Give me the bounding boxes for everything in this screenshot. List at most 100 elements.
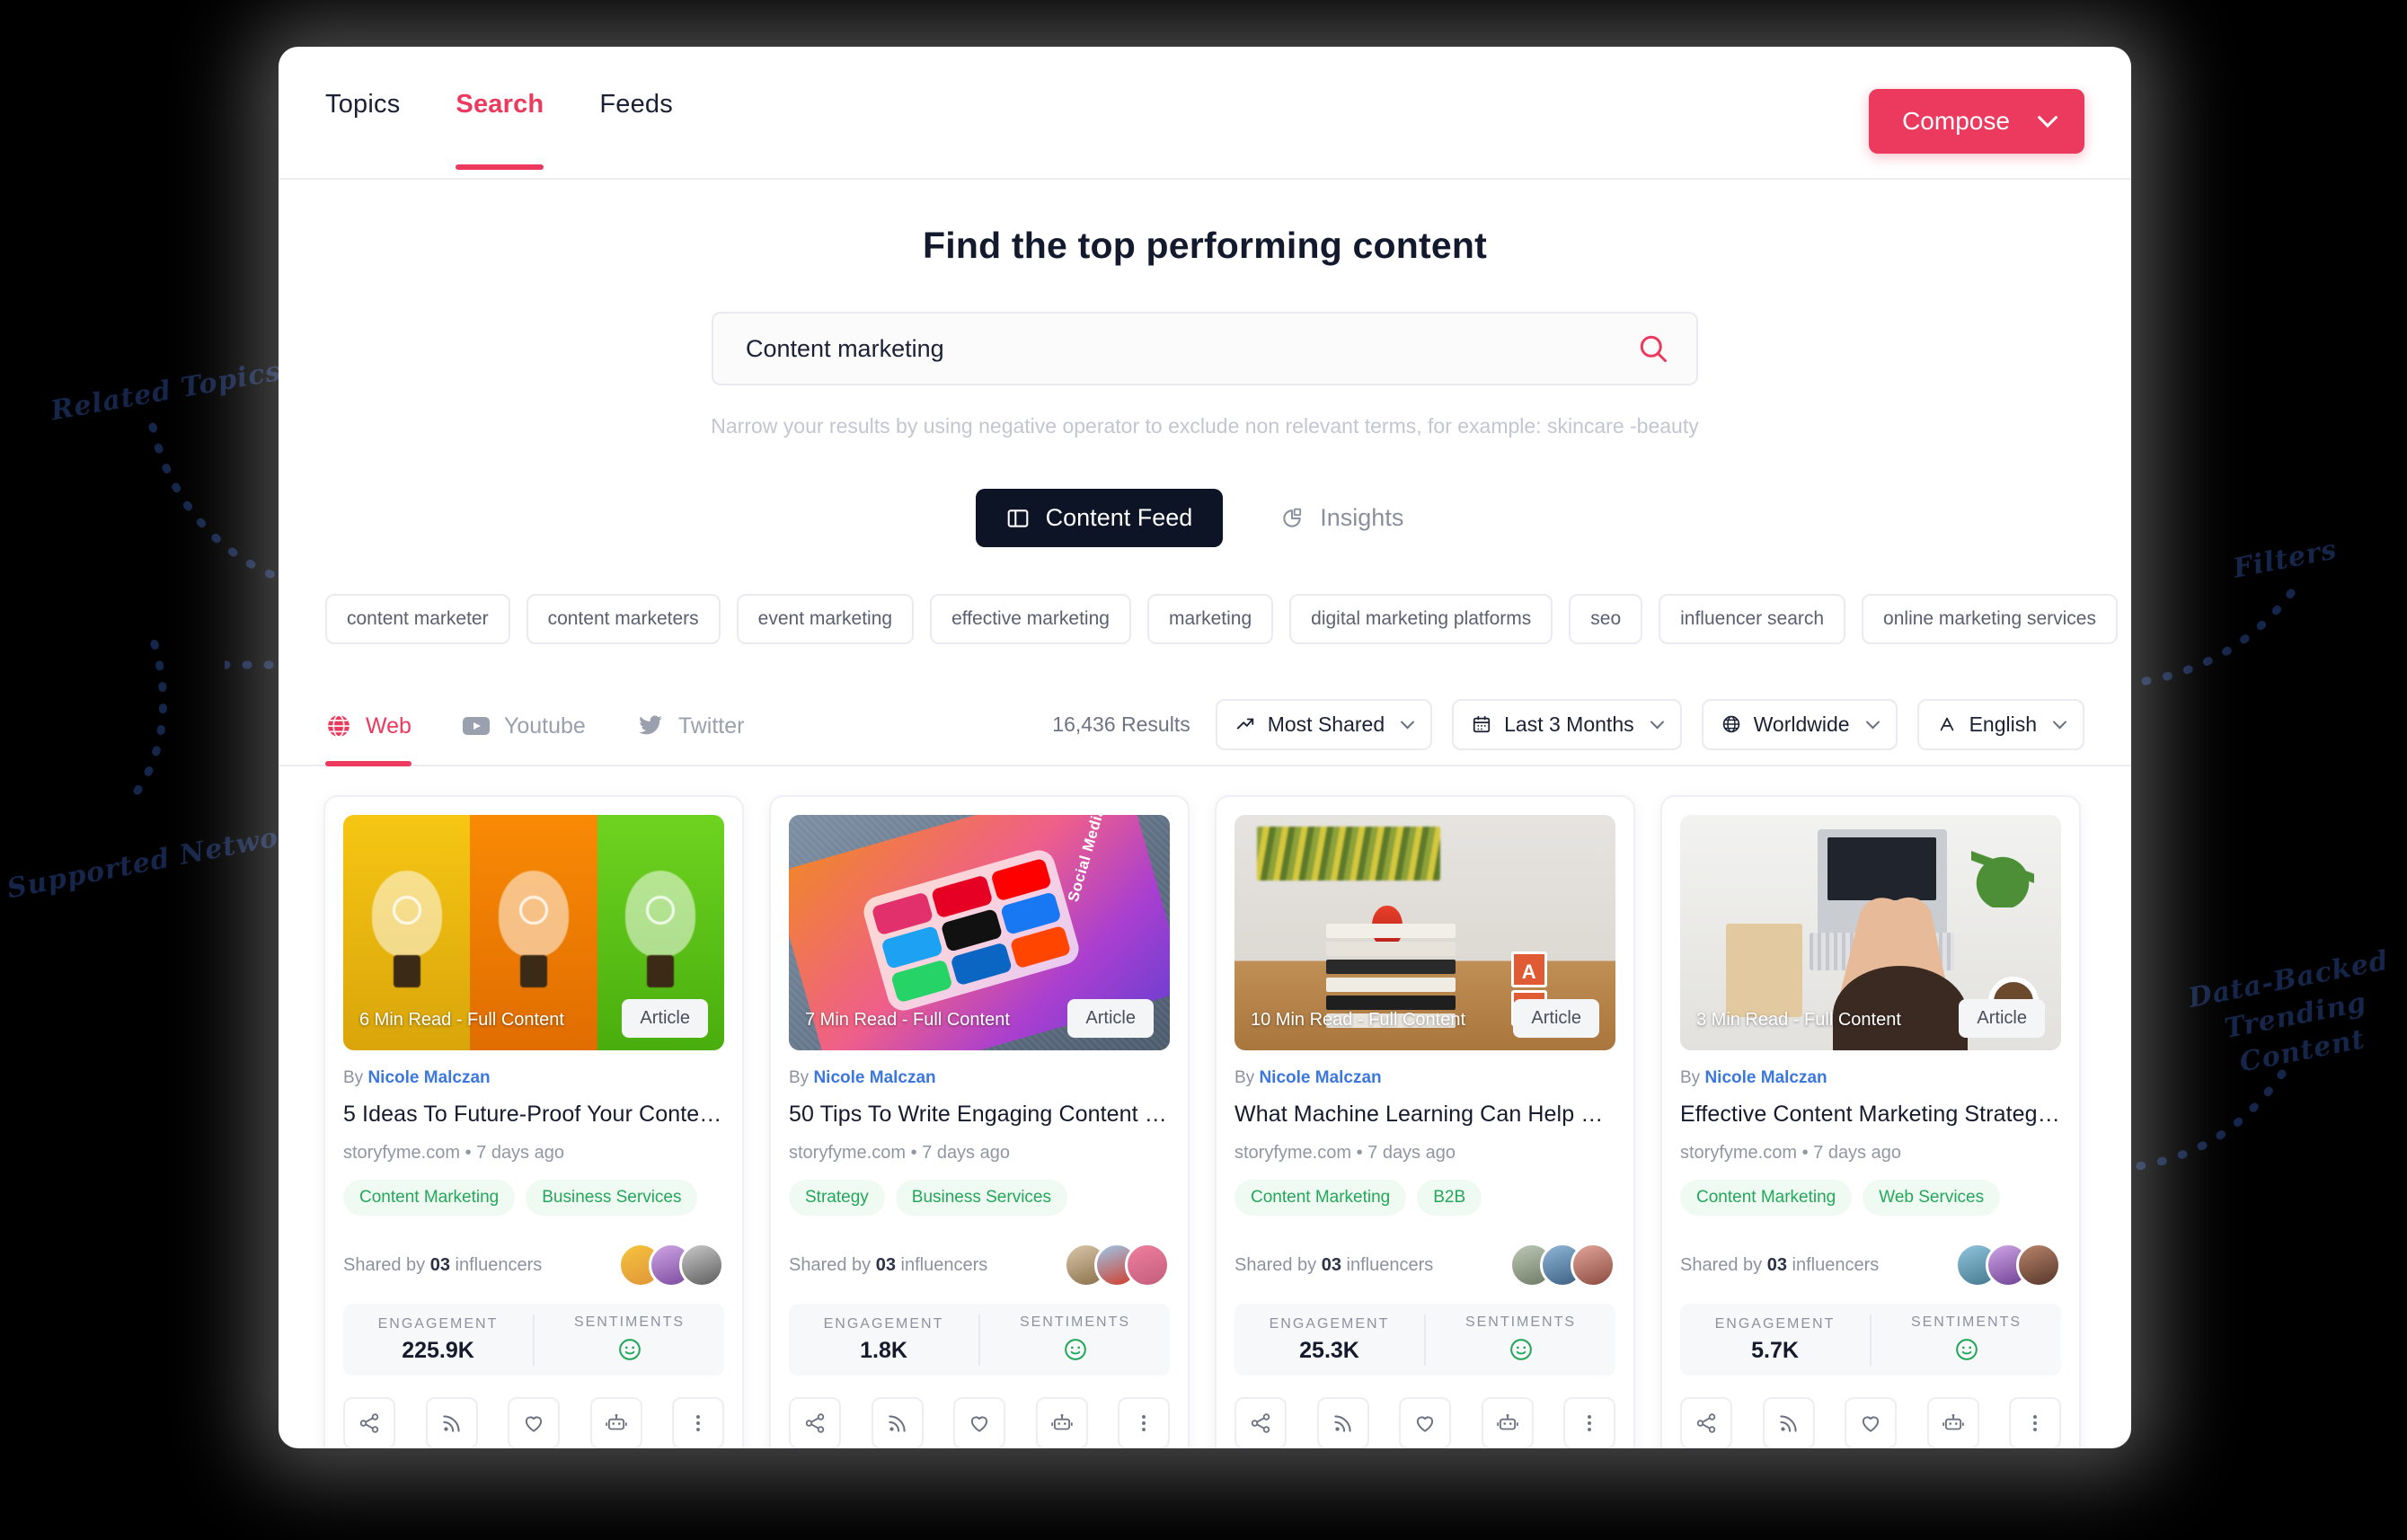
shared-count: 03 [875, 1254, 896, 1275]
card-tag[interactable]: Web Services [1863, 1180, 2001, 1217]
results-count: 16,436 Results [1052, 712, 1190, 736]
content-card[interactable]: AB 10 Min Read - Full Content Article By… [1215, 795, 1635, 1448]
compose-button[interactable]: Compose [1869, 89, 2084, 154]
card-thumbnail[interactable]: Social Media 7 Min Read - Full Content A… [789, 815, 1170, 1050]
chevron-down-icon [1650, 714, 1664, 729]
share-icon[interactable] [1680, 1397, 1732, 1448]
heart-icon[interactable] [953, 1397, 1005, 1448]
card-shared-text: Shared by 03 influencers [343, 1255, 542, 1276]
sentiments-stat: SENTIMENTS [1424, 1314, 1615, 1366]
topic-chip[interactable]: effective marketing [930, 594, 1131, 644]
search-bar[interactable] [712, 312, 1698, 385]
region-dropdown[interactable]: Worldwide [1701, 698, 1898, 750]
share-icon[interactable] [1234, 1397, 1287, 1448]
rss-icon[interactable] [871, 1397, 924, 1448]
heart-icon[interactable] [1399, 1397, 1451, 1448]
robot-icon[interactable] [1035, 1397, 1088, 1448]
byline-prefix: By [1234, 1068, 1260, 1087]
card-source-meta: storyfyme.com • 7 days ago [789, 1143, 1010, 1164]
card-type-badge: Article [1513, 999, 1599, 1038]
card-tag[interactable]: Content Marketing [1234, 1180, 1407, 1217]
more-icon[interactable] [1118, 1397, 1170, 1448]
card-tag[interactable]: Strategy [789, 1180, 885, 1217]
top-navigation: Topics Search Feeds Compose [279, 47, 2131, 180]
card-byline: By Nicole Malczan [343, 1068, 724, 1088]
card-tag[interactable]: Content Marketing [343, 1180, 516, 1217]
card-stats: ENGAGEMENT 25.3K SENTIMENTS [1234, 1304, 1615, 1376]
search-hint: Narrow your results by using negative op… [711, 414, 1699, 438]
engagement-stat: ENGAGEMENT 1.8K [789, 1316, 978, 1364]
card-tag[interactable]: Content Marketing [1680, 1180, 1853, 1217]
tab-feeds[interactable]: Feeds [599, 90, 673, 168]
share-icon[interactable] [789, 1397, 841, 1448]
insights-toggle[interactable]: Insights [1250, 489, 1434, 547]
network-tab-twitter-label: Twitter [677, 712, 745, 739]
date-range-label: Last 3 Months [1504, 712, 1634, 736]
date-range-dropdown[interactable]: Last 3 Months [1452, 698, 1682, 750]
robot-icon[interactable] [1926, 1397, 1979, 1448]
card-title[interactable]: Effective Content Marketing Strategies f… [1680, 1101, 2061, 1128]
tab-search[interactable]: Search [456, 90, 544, 170]
chevron-down-icon [1865, 714, 1880, 729]
topic-chip[interactable]: content marketer [325, 594, 510, 644]
card-author-link[interactable]: Nicole Malczan [1259, 1068, 1381, 1087]
topic-chip[interactable]: marketing [1146, 594, 1274, 644]
search-input[interactable] [746, 334, 1637, 363]
card-stats: ENGAGEMENT 5.7K SENTIMENTS [1680, 1304, 2061, 1376]
topic-chip[interactable]: digital marketing platforms [1289, 594, 1553, 644]
content-card[interactable]: Social Media 7 Min Read - Full Content A… [769, 795, 1190, 1448]
topic-chip[interactable]: content marketers [526, 594, 721, 644]
heart-icon[interactable] [508, 1397, 560, 1448]
rss-icon[interactable] [425, 1397, 478, 1448]
card-tag[interactable]: Business Services [895, 1180, 1067, 1217]
network-tab-youtube[interactable]: Youtube [462, 684, 586, 765]
card-byline: By Nicole Malczan [789, 1068, 1170, 1088]
engagement-value: 225.9K [402, 1337, 474, 1363]
content-feed-toggle[interactable]: Content Feed [975, 489, 1224, 547]
network-tab-twitter[interactable]: Twitter [636, 684, 745, 765]
content-card[interactable]: 6 Min Read - Full Content Article By Nic… [323, 795, 744, 1448]
card-author-link[interactable]: Nicole Malczan [813, 1068, 935, 1087]
byline-prefix: By [343, 1068, 368, 1087]
card-author-link[interactable]: Nicole Malczan [367, 1068, 490, 1087]
card-thumbnail[interactable]: 3 Min Read - Full Content Article [1680, 815, 2061, 1050]
rss-icon[interactable] [1316, 1397, 1369, 1448]
card-thumbnail[interactable]: 6 Min Read - Full Content Article [343, 815, 724, 1050]
robot-icon[interactable] [589, 1397, 642, 1448]
network-tab-web-label: Web [366, 712, 411, 739]
heart-icon[interactable] [1845, 1397, 1897, 1448]
card-title[interactable]: 5 Ideas To Future-Proof Your Content Mar… [343, 1101, 724, 1128]
topic-chip[interactable]: online marketing services [1862, 594, 2118, 644]
robot-icon[interactable] [1481, 1397, 1534, 1448]
tab-topics[interactable]: Topics [325, 90, 400, 168]
sentiments-label: SENTIMENTS [1465, 1314, 1577, 1330]
topic-chip[interactable]: influencer search [1659, 594, 1846, 644]
card-tag[interactable]: B2B [1417, 1180, 1482, 1217]
rss-icon[interactable] [1762, 1397, 1815, 1448]
more-icon[interactable] [1563, 1397, 1615, 1448]
content-card[interactable]: 3 Min Read - Full Content Article By Nic… [1660, 795, 2081, 1448]
engagement-value: 5.7K [1751, 1337, 1799, 1363]
influencer-avatars[interactable] [1955, 1243, 2061, 1288]
card-title[interactable]: What Machine Learning Can Help With Cont… [1234, 1101, 1615, 1128]
language-icon [1940, 717, 1953, 731]
card-title[interactable]: 50 Tips To Write Engaging Content Previe… [789, 1101, 1170, 1128]
influencer-avatars[interactable] [618, 1243, 724, 1288]
topic-chip[interactable]: seo [1569, 594, 1643, 644]
compose-button-label: Compose [1902, 107, 2010, 135]
card-author-link[interactable]: Nicole Malczan [1704, 1068, 1827, 1087]
influencer-avatars[interactable] [1064, 1243, 1170, 1288]
search-icon[interactable] [1637, 332, 1669, 365]
calendar-icon [1473, 715, 1491, 733]
influencer-avatars[interactable] [1509, 1243, 1615, 1288]
network-tab-web[interactable]: Web [325, 684, 411, 766]
shared-suffix: influencers [449, 1254, 543, 1275]
more-icon[interactable] [672, 1397, 724, 1448]
card-tag[interactable]: Business Services [526, 1180, 698, 1217]
language-dropdown[interactable]: English [1916, 698, 2084, 750]
share-icon[interactable] [343, 1397, 395, 1448]
more-icon[interactable] [2009, 1397, 2061, 1448]
topic-chip[interactable]: event marketing [736, 594, 915, 644]
card-thumbnail[interactable]: AB 10 Min Read - Full Content Article [1234, 815, 1615, 1050]
sort-dropdown[interactable]: Most Shared [1215, 698, 1433, 750]
